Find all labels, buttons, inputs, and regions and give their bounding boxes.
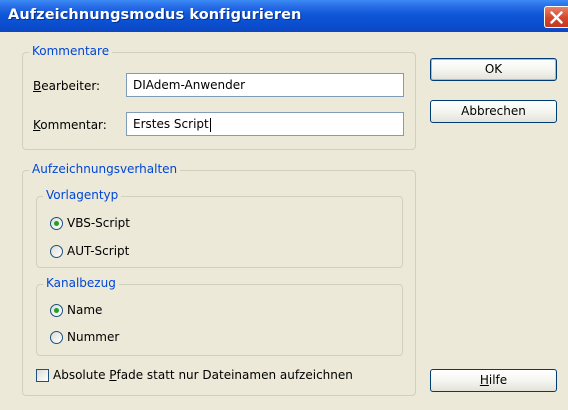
- radio-selected-dot: [54, 221, 59, 226]
- title-bar[interactable]: Aufzeichnungsmodus konfigurieren: [0, 0, 568, 32]
- aut-script-radio[interactable]: [50, 245, 63, 258]
- radio-selected-dot: [54, 308, 59, 313]
- absolute-pfade-checkbox[interactable]: [36, 369, 49, 382]
- nummer-radio[interactable]: [50, 331, 63, 344]
- dialog-window: Aufzeichnungsmodus konfigurieren Komment…: [0, 0, 568, 410]
- aufzeichnungsverhalten-legend: Aufzeichnungsverhalten: [29, 162, 181, 176]
- close-button[interactable]: [544, 6, 568, 28]
- text-caret: [209, 117, 211, 132]
- cancel-button[interactable]: Abbrechen: [430, 100, 557, 123]
- kommentar-value: Erstes Script: [133, 117, 209, 131]
- close-icon: [550, 11, 563, 24]
- vbs-script-label[interactable]: VBS-Script: [67, 216, 130, 230]
- kommentare-legend: Kommentare: [29, 44, 113, 58]
- kanalbezug-legend: Kanalbezug: [43, 276, 119, 290]
- bearbeiter-input[interactable]: DIAdem-Anwender: [126, 73, 404, 97]
- kommentar-input[interactable]: Erstes Script: [126, 112, 404, 136]
- help-button[interactable]: Hilfe: [430, 369, 557, 392]
- nummer-label[interactable]: Nummer: [67, 330, 119, 344]
- vbs-script-radio[interactable]: [50, 217, 63, 230]
- name-radio[interactable]: [50, 304, 63, 317]
- name-label[interactable]: Name: [67, 303, 102, 317]
- window-title: Aufzeichnungsmodus konfigurieren: [8, 7, 302, 23]
- kommentar-label: Kommentar:: [33, 118, 107, 132]
- vorlagentyp-legend: Vorlagentyp: [43, 188, 122, 202]
- bearbeiter-label: Bearbeiter:: [33, 79, 101, 93]
- bearbeiter-value: DIAdem-Anwender: [133, 78, 246, 92]
- kanalbezug-group: [36, 284, 403, 356]
- absolute-pfade-label[interactable]: Absolute Pfade statt nur Dateinamen aufz…: [53, 368, 353, 382]
- ok-button[interactable]: OK: [430, 58, 557, 81]
- aut-script-label[interactable]: AUT-Script: [67, 244, 129, 258]
